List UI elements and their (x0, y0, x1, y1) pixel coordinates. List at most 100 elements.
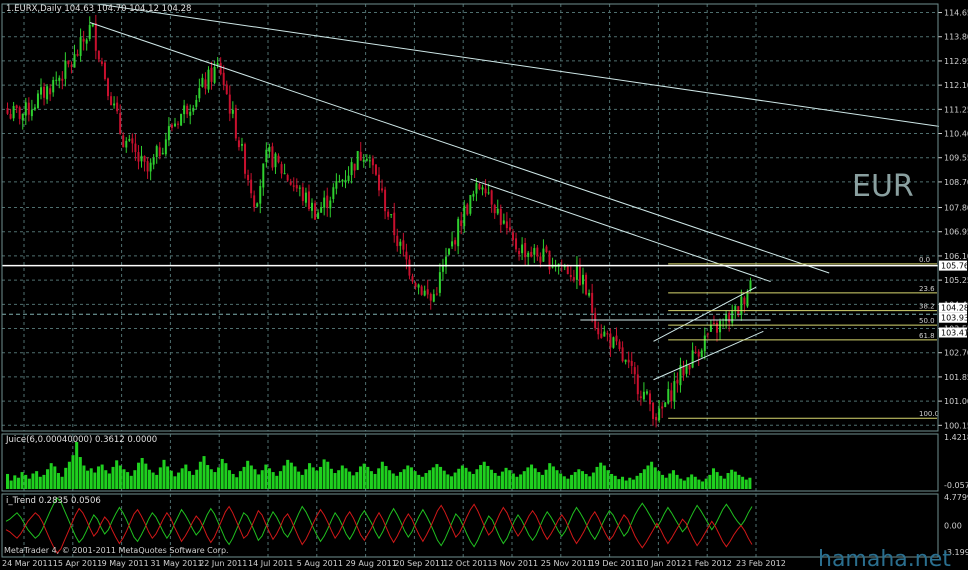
juice-bar (235, 477, 239, 489)
candle-up (746, 292, 749, 307)
candle-down (137, 152, 140, 162)
juice-bar (24, 474, 28, 489)
candle-up (88, 24, 91, 39)
candle-down (530, 251, 533, 257)
y-tick-label: 111.25 (944, 105, 968, 114)
juice-bar (86, 470, 90, 489)
juice-bar (449, 476, 453, 489)
juice-bar (362, 463, 366, 489)
juice-bar (664, 477, 668, 489)
candle-down (524, 242, 527, 258)
candle-up (274, 153, 277, 168)
candle-up (432, 294, 435, 302)
price-marker-label: 104.28 (941, 304, 968, 313)
juice-bar (275, 475, 279, 489)
juice-bar (184, 464, 188, 489)
candle-down (627, 359, 630, 363)
juice-bar (340, 465, 344, 489)
candle-down (606, 333, 609, 335)
juice-bar (551, 466, 555, 489)
candle-down (393, 212, 396, 236)
juice-bar (730, 469, 734, 489)
candle-down (688, 364, 691, 370)
candle-down (493, 204, 496, 214)
candle-up (52, 80, 55, 93)
candle-down (706, 333, 709, 335)
juice-bar (631, 479, 635, 489)
candle-down (621, 347, 624, 362)
juice-bar (671, 470, 675, 489)
candle-up (265, 149, 268, 162)
copyright-text: MetaTrader 4, © 2001-2011 MetaQuotes Sof… (4, 546, 229, 555)
juice-bar (16, 477, 20, 489)
candle-up (149, 162, 152, 172)
juice-bar (75, 442, 79, 489)
y-tick-label: 105.25 (944, 276, 968, 285)
candle-up (588, 292, 591, 296)
juice-bar (453, 472, 457, 489)
candle-up (612, 337, 615, 348)
juice-bar (198, 461, 202, 489)
candle-up (298, 187, 301, 189)
candle-down (460, 220, 463, 227)
juice-bar (289, 462, 293, 489)
candle-up (268, 146, 271, 152)
juice-bar (511, 473, 515, 489)
juice-bar (140, 457, 144, 489)
juice-bar (366, 466, 370, 489)
y-tick-label: 108.70 (944, 178, 968, 187)
juice-bar (191, 474, 195, 489)
juice-bar (635, 475, 639, 489)
candle-down (511, 232, 514, 240)
candle-up (642, 391, 645, 400)
candle-down (670, 390, 673, 401)
candle-up (399, 241, 402, 246)
main-header: 1.EURX,Daily 104.63 104.70 104.12 104.28 (6, 4, 191, 14)
candle-down (250, 179, 253, 194)
juice-bar (599, 462, 603, 489)
juice-bar (187, 471, 191, 489)
candle-down (600, 333, 603, 338)
fib-level-label: 38.2 (919, 303, 935, 311)
juice-bar (446, 474, 450, 489)
juice-bar (570, 474, 574, 489)
candle-up (448, 248, 451, 255)
candle-down (652, 402, 655, 419)
candle-down (618, 341, 621, 350)
candle-down (655, 416, 658, 421)
juice-bar (693, 476, 697, 489)
juice-bar (522, 471, 526, 489)
juice-bar (209, 469, 213, 489)
candle-down (134, 143, 137, 153)
chart-canvas[interactable]: 0.0 23.6 38.2 50.0 61.8 100.0 114.65 113.80 112… (0, 0, 968, 570)
y-tick-label: 113.80 (944, 33, 968, 42)
y-tick-label: 102.70 (944, 349, 968, 358)
candle-up (441, 266, 444, 272)
fib-level-label: 23.6 (919, 285, 935, 293)
y-tick-label: 109.55 (944, 154, 968, 163)
x-tick-label: 25 Nov 2011 (541, 559, 592, 568)
juice-bar (584, 473, 588, 489)
juice-bar (409, 467, 413, 489)
candle-up (719, 320, 722, 333)
juice-bar (56, 473, 60, 489)
y-tick-label: 110.40 (944, 130, 968, 139)
candle-down (374, 164, 377, 175)
candle-down (609, 333, 612, 348)
juice-bar (107, 473, 111, 489)
candle-down (405, 251, 408, 260)
candle-down (237, 140, 240, 148)
juice-bar (606, 470, 610, 489)
candle-down (548, 250, 551, 270)
candle-up (341, 179, 344, 182)
juice-bar (322, 459, 326, 489)
juice-bar (537, 472, 541, 489)
candle-up (40, 87, 43, 95)
candle-down (384, 189, 387, 212)
juice-bar (675, 474, 679, 489)
candle-down (67, 60, 70, 65)
candle-down (682, 366, 685, 376)
candle-up (128, 139, 131, 141)
y-tick-label: 112.95 (944, 57, 968, 66)
candle-up (320, 207, 323, 213)
